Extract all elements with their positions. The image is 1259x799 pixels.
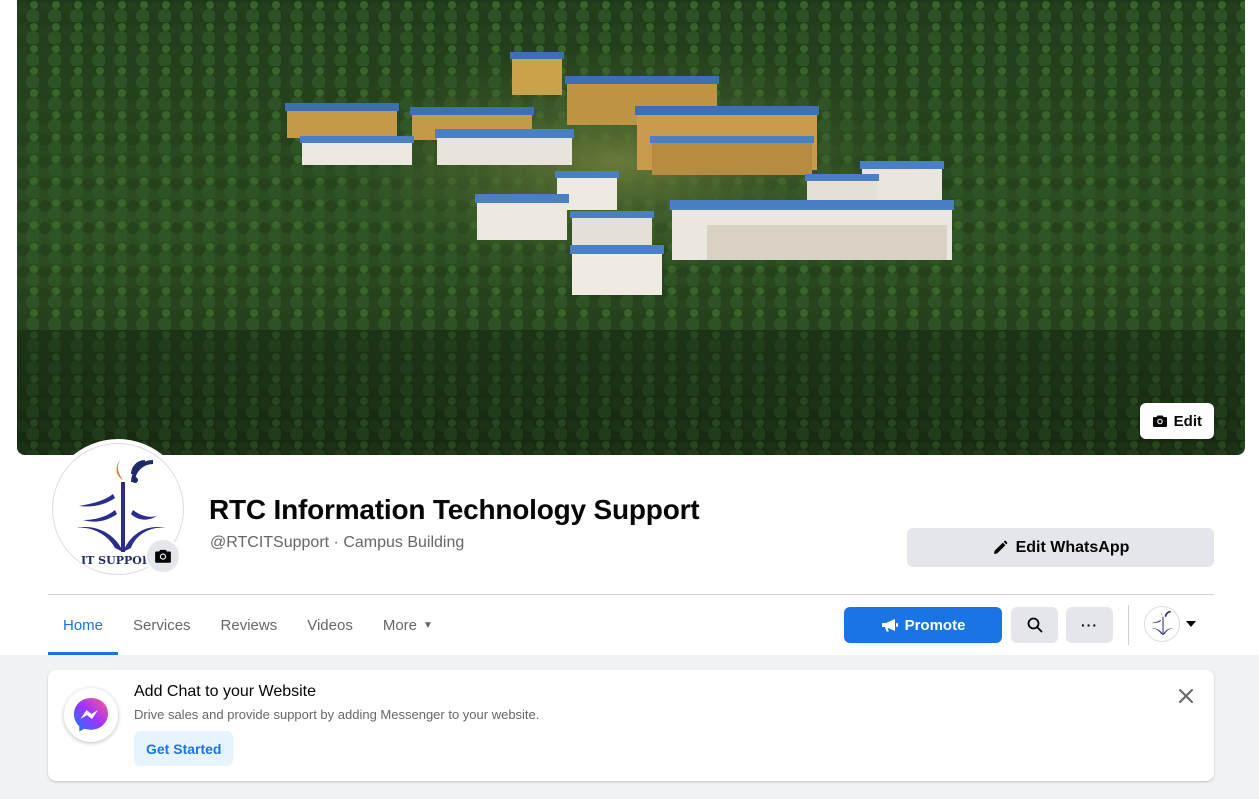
ellipsis-icon: ···	[1081, 617, 1098, 633]
edit-whatsapp-label: Edit WhatsApp	[1015, 538, 1130, 556]
search-icon	[1027, 617, 1042, 633]
search-button[interactable]	[1011, 607, 1058, 643]
card-title: Add Chat to your Website	[134, 683, 317, 700]
cover-campus-illustration	[17, 0, 1245, 455]
messenger-icon	[64, 688, 118, 742]
add-chat-card: Add Chat to your Website Drive sales and…	[48, 670, 1214, 781]
camera-icon	[1152, 415, 1167, 427]
it-support-logo-icon	[1151, 610, 1174, 635]
caret-down-icon	[1186, 621, 1196, 627]
account-switcher[interactable]	[1144, 606, 1196, 642]
promote-button[interactable]: Promote	[844, 607, 1002, 643]
tab-more[interactable]: More ▼	[368, 595, 448, 655]
cover-edit-button[interactable]: Edit	[1139, 403, 1214, 439]
pencil-icon	[993, 540, 1007, 554]
cover-photo: Edit	[17, 0, 1245, 455]
tab-more-label: More	[382, 616, 418, 634]
tab-reviews-label: Reviews	[220, 616, 278, 634]
card-description: Drive sales and provide support by addin…	[134, 707, 540, 722]
tab-services-label: Services	[133, 616, 191, 634]
camera-icon	[155, 549, 171, 563]
tab-reviews[interactable]: Reviews	[206, 595, 293, 655]
close-icon[interactable]	[1174, 684, 1198, 708]
get-started-button[interactable]: Get Started	[134, 731, 234, 766]
page-title: RTC Information Technology Support	[209, 494, 700, 525]
caret-down-icon: ▼	[423, 619, 433, 631]
page-avatar-small	[1144, 606, 1180, 642]
tab-videos-label: Videos	[307, 616, 353, 634]
tab-home[interactable]: Home	[48, 595, 119, 655]
page-tabs: Home Services Reviews Videos More ▼	[48, 595, 448, 655]
tab-services[interactable]: Services	[118, 595, 206, 655]
page-subtitle: @RTCITSupport · Campus Building	[210, 534, 465, 551]
nav-separator	[1128, 605, 1129, 645]
cover-edit-label: Edit	[1173, 412, 1202, 430]
megaphone-icon	[881, 619, 898, 632]
tab-home-label: Home	[63, 616, 104, 634]
tab-videos[interactable]: Videos	[292, 595, 368, 655]
promote-label: Promote	[904, 616, 966, 634]
facebook-page: Edit IT SUPPORT RTC Information Technolo…	[0, 0, 1259, 799]
profile-camera-button[interactable]	[145, 538, 181, 574]
more-options-button[interactable]: ···	[1066, 607, 1113, 643]
edit-whatsapp-button[interactable]: Edit WhatsApp	[907, 528, 1214, 567]
